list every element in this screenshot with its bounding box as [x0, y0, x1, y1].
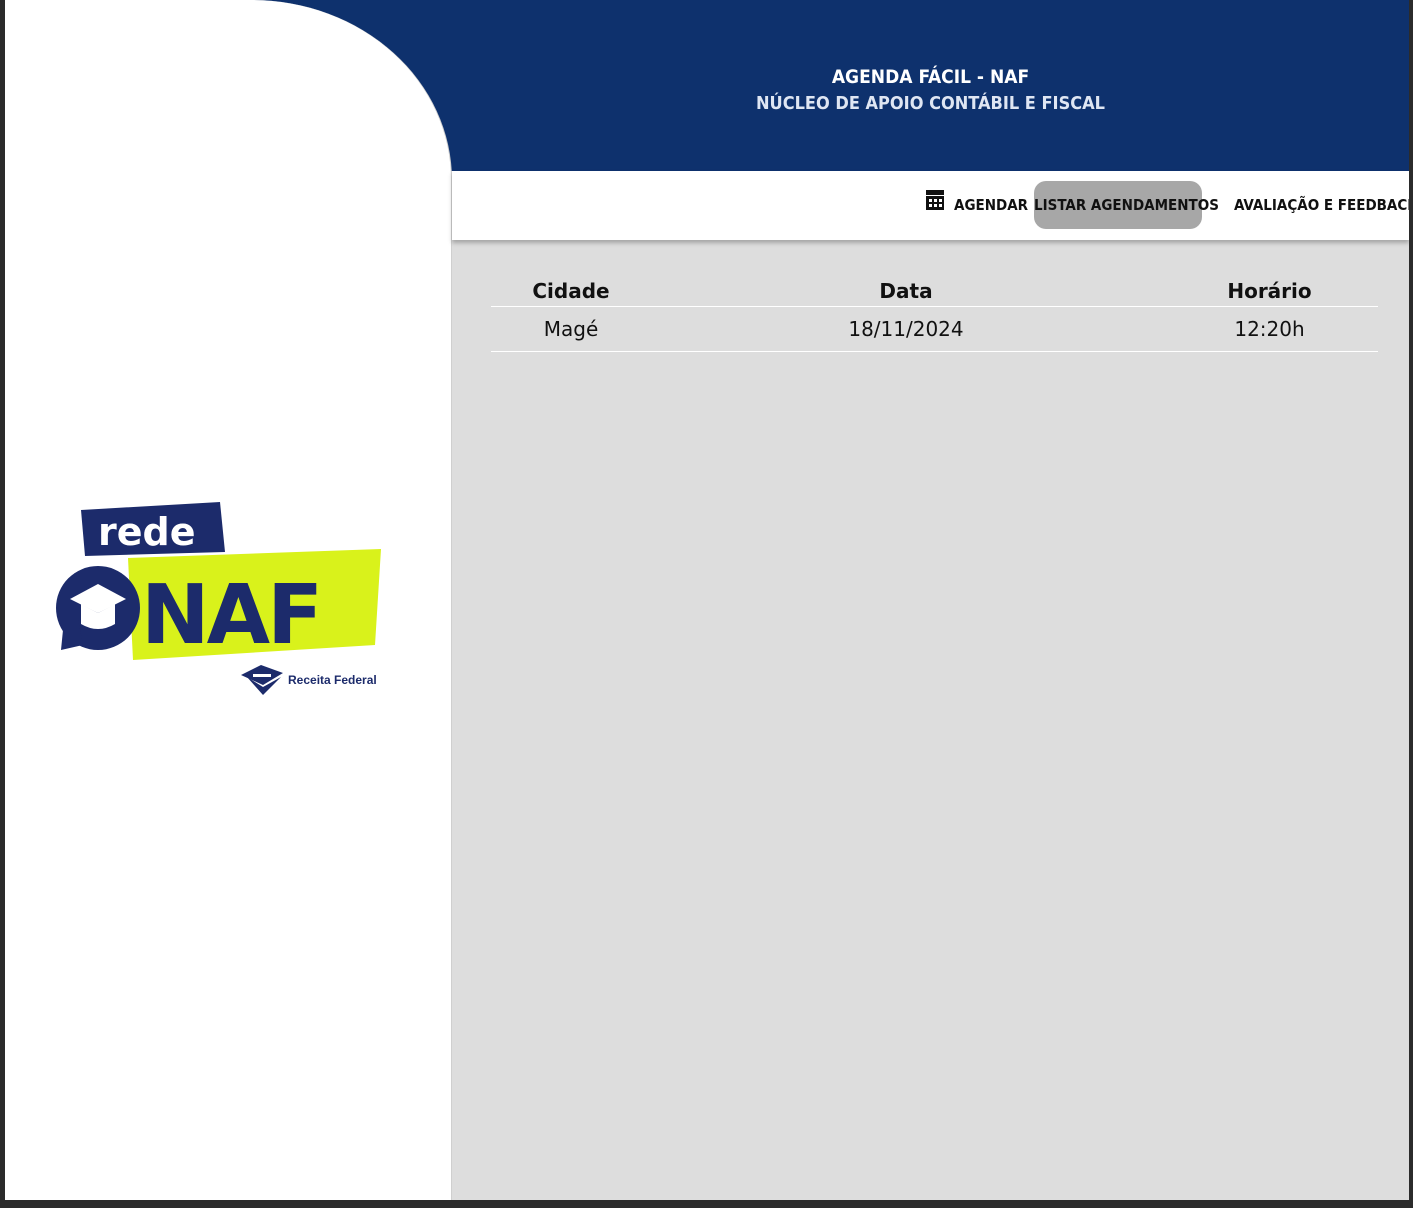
cell-cidade: Magé: [491, 306, 651, 352]
appointments-table: Cidade Data Horário Magé 18/11/2024 12:2…: [491, 276, 1378, 352]
nav-listar-agendamentos[interactable]: LISTAR AGENDAMENTOS: [1034, 181, 1219, 229]
table-header-row: Cidade Data Horário: [491, 276, 1378, 307]
app-frame: AGENDA FÁCIL - NAF NÚCLEO DE APOIO CONTÁ…: [5, 0, 1409, 1200]
rede-naf-logo: rede NAF Receita Federal: [56, 502, 381, 695]
nav-agendar[interactable]: AGENDAR: [920, 181, 1034, 229]
cell-horario: 12:20h: [1161, 306, 1378, 352]
svg-text:NAF: NAF: [141, 568, 320, 663]
column-header-horario: Horário: [1161, 276, 1378, 307]
page-subtitle: NÚCLEO DE APOIO CONTÁBIL E FISCAL: [756, 93, 1105, 114]
svg-text:rede: rede: [98, 510, 196, 554]
svg-text:Receita Federal: Receita Federal: [288, 673, 377, 687]
nav-avaliacao-feedback[interactable]: AVALIAÇÃO E FEEDBACK: [1228, 181, 1409, 229]
nav-agendar-label: AGENDAR: [954, 196, 1029, 214]
column-header-data: Data: [651, 276, 1161, 307]
cell-data: 18/11/2024: [651, 306, 1161, 352]
page-title: AGENDA FÁCIL - NAF: [831, 66, 1030, 88]
sidebar: rede NAF Receita Federal: [5, 0, 452, 1200]
table-row: Magé 18/11/2024 12:20h: [491, 306, 1378, 352]
column-header-cidade: Cidade: [491, 276, 651, 307]
top-nav: AGENDAR LISTAR AGENDAMENTOS AVALIAÇÃO E …: [452, 171, 1409, 240]
calendar-icon: [926, 181, 944, 229]
